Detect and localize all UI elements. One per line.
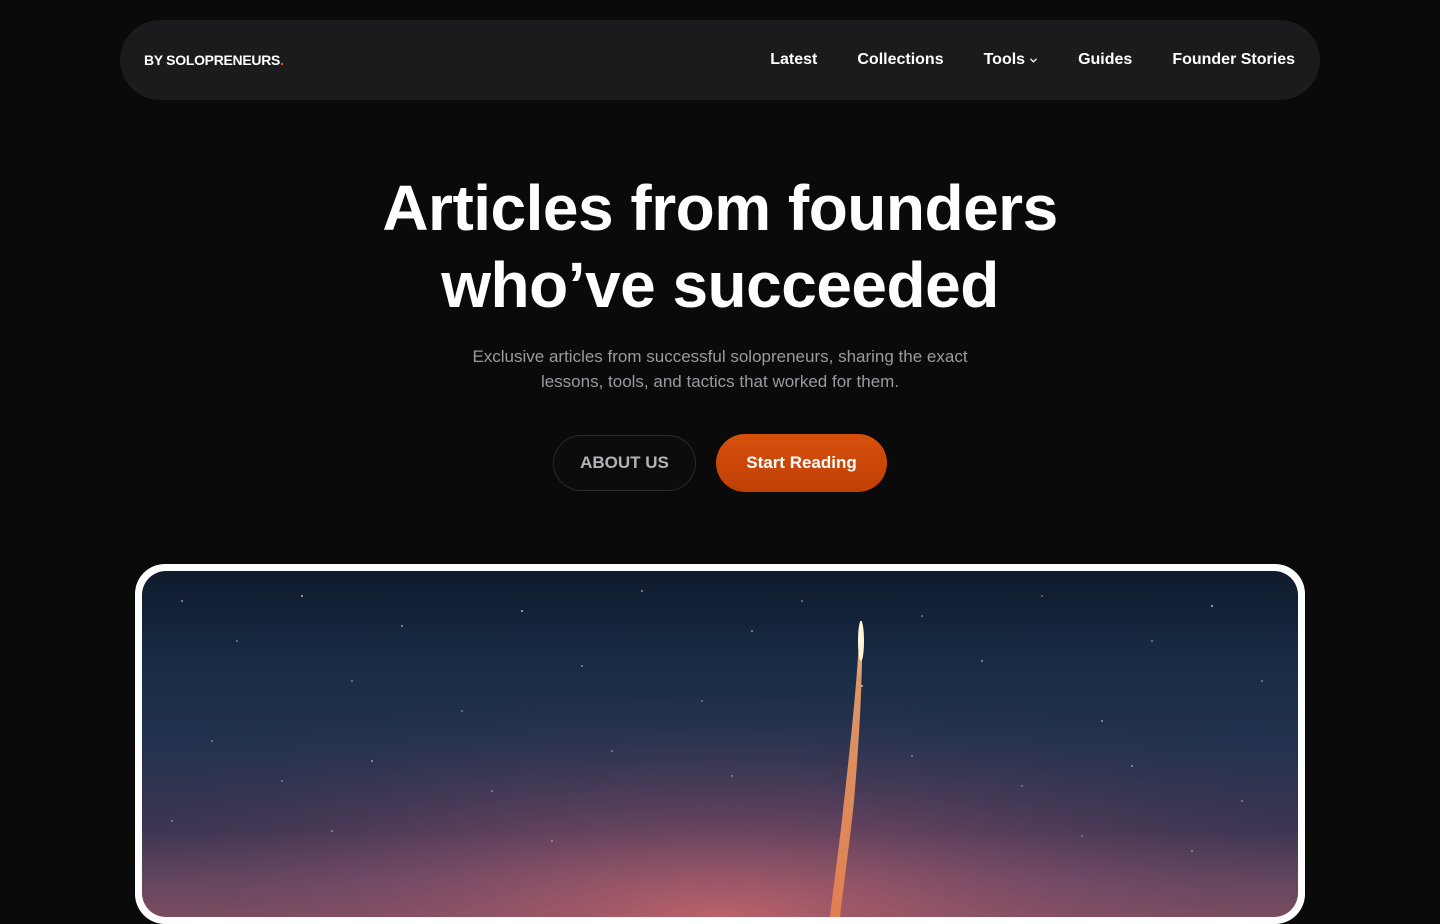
logo-text: BY SOLOPRENEURS — [144, 52, 281, 68]
nav-link-label: Tools — [983, 51, 1026, 68]
hero-title-line-1: Articles from founders — [382, 172, 1058, 244]
hero-title: Articles from founders who’ve succeeded — [0, 170, 1440, 324]
nav-link-label: Latest — [770, 51, 818, 68]
hero-subtitle: Exclusive articles from successful solop… — [420, 344, 1020, 394]
nav-links: Latest Collections Tools Guides Founder … — [770, 51, 1295, 69]
hero-subtitle-line-2: lessons, tools, and tactics that worked … — [540, 372, 900, 391]
nav-link-latest[interactable]: Latest — [770, 51, 817, 69]
top-navbar: BY SOLOPRENEURS. Latest Collections Tool… — [120, 20, 1320, 100]
nav-link-tools[interactable]: Tools — [984, 51, 1038, 69]
nav-link-label: Collections — [857, 51, 944, 68]
logo-dot: . — [280, 52, 284, 68]
about-us-button[interactable]: ABOUT US — [553, 435, 696, 491]
hero-title-line-2: who’ve succeeded — [441, 249, 999, 321]
chevron-down-icon — [1030, 58, 1037, 62]
night-sky-rocket-illustration — [142, 571, 1298, 917]
nav-link-collections[interactable]: Collections — [857, 51, 943, 69]
brand-logo[interactable]: BY SOLOPRENEURS. — [144, 52, 284, 68]
hero-image-frame — [135, 564, 1305, 924]
nav-link-label: Founder Stories — [1172, 51, 1295, 68]
nav-link-guides[interactable]: Guides — [1078, 51, 1132, 69]
hero-subtitle-line-1: Exclusive articles from successful solop… — [472, 347, 968, 366]
nav-link-founder-stories[interactable]: Founder Stories — [1172, 51, 1295, 69]
rocket-launch-image — [142, 571, 1298, 917]
start-reading-button[interactable]: Start Reading — [716, 434, 887, 492]
nav-link-label: Guides — [1078, 51, 1133, 68]
